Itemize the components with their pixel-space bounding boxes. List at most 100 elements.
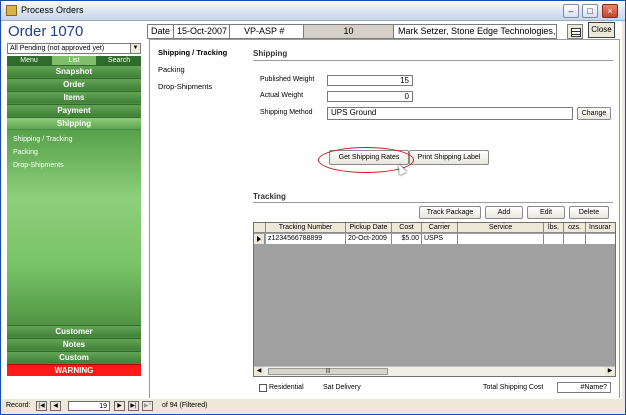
shipping-method-field[interactable]: UPS Ground [327, 107, 573, 120]
tab-list[interactable]: List [52, 56, 96, 65]
side-tabs: Menu List Search [7, 56, 141, 65]
cell-service[interactable] [458, 234, 544, 244]
nav-sub-packing[interactable]: Packing [13, 149, 38, 156]
subnav-shipping-tracking[interactable]: Shipping / Tracking [158, 48, 227, 57]
nav-custom[interactable]: Custom [7, 351, 141, 363]
shipping-main-panel: Shipping Published Weight 15 Actual Weig… [247, 39, 620, 398]
nav-sub-drop-shipments[interactable]: Drop-Shipments [13, 162, 64, 169]
close-icon: × [607, 6, 613, 16]
window-close-button[interactable]: × [602, 4, 618, 18]
nav-shipping[interactable]: Shipping [7, 117, 141, 129]
dropdown-arrow-icon[interactable]: ▼ [130, 44, 140, 53]
order-title: Order [8, 23, 47, 40]
current-record-field[interactable]: 19 [68, 401, 110, 411]
customer-name: Mark Setzer, Stone Edge Technologies, [398, 26, 556, 36]
cell-lbs[interactable] [544, 234, 564, 244]
window-title: Process Orders [21, 5, 84, 15]
source-label: VP-ASP # [230, 25, 304, 38]
residential-checkbox[interactable] [259, 384, 267, 392]
subnav-drop-shipments[interactable]: Drop-Shipments [158, 82, 212, 91]
grid-corner [254, 223, 266, 233]
filter-value: All Pending (not approved yet) [10, 45, 105, 52]
grid-header: Tracking Number Pickup Date Cost Carrier… [254, 223, 615, 233]
scroll-left-icon[interactable]: ◀ [254, 367, 264, 376]
col-insurance[interactable]: Insurar [586, 223, 615, 233]
record-navigation-bar: Record: |◀ ◀ 19 ▶ ▶| ▶* of 94 (Filtered) [2, 400, 622, 413]
last-record-button[interactable]: ▶| [128, 401, 139, 411]
tab-menu[interactable]: Menu [7, 56, 51, 65]
record-count: of 94 (Filtered) [162, 402, 208, 409]
scroll-thumb[interactable]: ||| [268, 368, 388, 375]
nav-order[interactable]: Order [7, 78, 141, 90]
nav-payment[interactable]: Payment [7, 104, 141, 116]
add-tracking-button[interactable]: Add [485, 206, 523, 219]
col-tracking-number[interactable]: Tracking Number [266, 223, 346, 233]
cell-pickup-date[interactable]: 20-Oct-2009 [346, 234, 392, 244]
order-header-bar: Date 15-Oct-2007 VP-ASP # 10 Mark Setzer… [147, 24, 557, 39]
col-service[interactable]: Service [458, 223, 544, 233]
record-selector-icon[interactable] [254, 234, 265, 244]
minimize-icon: – [568, 6, 574, 16]
tracking-divider [253, 202, 613, 203]
track-package-button[interactable]: Track Package [419, 206, 481, 219]
shipping-subnav: Shipping / Tracking Packing Drop-Shipmen… [149, 39, 247, 398]
total-shipping-cost-label: Total Shipping Cost [483, 384, 544, 391]
nav-warning[interactable]: WARNING [7, 364, 141, 376]
published-weight-field[interactable]: 15 [327, 75, 413, 86]
change-method-button[interactable]: Change [577, 107, 611, 120]
published-weight-label: Published Weight [260, 76, 315, 83]
nav-customer[interactable]: Customer [7, 325, 141, 337]
left-nav-panel: Menu List Search Snapshot Order Items Pa… [7, 56, 141, 376]
record-label: Record: [6, 402, 31, 409]
next-record-button[interactable]: ▶ [114, 401, 125, 411]
cell-tracking-number[interactable]: z1234566788899 [266, 234, 346, 244]
maximize-button[interactable]: □ [582, 4, 598, 18]
nav-snapshot[interactable]: Snapshot [7, 65, 141, 77]
sat-delivery-label: Sat Delivery [323, 384, 361, 391]
col-carrier[interactable]: Carrier [422, 223, 458, 233]
cell-ozs[interactable] [564, 234, 586, 244]
first-record-button[interactable]: |◀ [36, 401, 47, 411]
form-area: Order 1070 Date 15-Oct-2007 VP-ASP # 10 … [2, 21, 622, 399]
edit-tracking-button[interactable]: Edit [527, 206, 565, 219]
nav-sub-shipping-tracking[interactable]: Shipping / Tracking [13, 136, 73, 143]
tracking-heading: Tracking [253, 192, 286, 201]
col-pickup-date[interactable]: Pickup Date [346, 223, 392, 233]
shipping-heading: Shipping [253, 49, 288, 58]
title-bar: Process Orders – □ × [1, 1, 625, 21]
maximize-icon: □ [587, 6, 593, 16]
date-label: Date [148, 25, 174, 38]
shipping-method-label: Shipping Method [260, 109, 313, 116]
shipping-divider [253, 60, 613, 61]
delete-tracking-button[interactable]: Delete [569, 206, 609, 219]
order-filter-dropdown[interactable]: All Pending (not approved yet) ▼ [7, 43, 141, 54]
tracking-grid[interactable]: Tracking Number Pickup Date Cost Carrier… [253, 222, 616, 377]
tab-search[interactable]: Search [97, 56, 141, 65]
nav-items[interactable]: Items [7, 91, 141, 103]
app-icon [6, 5, 17, 16]
total-shipping-cost-field: #Name? [557, 382, 611, 393]
residential-label: Residential [269, 384, 304, 391]
cell-carrier[interactable]: USPS [422, 234, 458, 244]
new-record-button[interactable]: ▶* [142, 401, 153, 411]
source-order-number: 10 [304, 25, 394, 38]
subnav-packing[interactable]: Packing [158, 65, 185, 74]
grid-horizontal-scrollbar[interactable]: ◀ ||| ▶ [254, 366, 615, 376]
nav-sub-area: Shipping / Tracking Packing Drop-Shipmen… [7, 130, 141, 325]
order-number: 1070 [50, 23, 84, 40]
cell-insurance[interactable] [586, 234, 615, 244]
cell-cost[interactable]: $5.00 [392, 234, 422, 244]
col-cost[interactable]: Cost [392, 223, 422, 233]
minimize-button[interactable]: – [563, 4, 579, 18]
report-button[interactable] [567, 24, 583, 39]
nav-notes[interactable]: Notes [7, 338, 141, 350]
col-lbs[interactable]: lbs. [544, 223, 564, 233]
table-row[interactable]: z1234566788899 20-Oct-2009 $5.00 USPS [266, 234, 615, 244]
scroll-right-icon[interactable]: ▶ [605, 367, 615, 376]
actual-weight-field[interactable]: 0 [327, 91, 413, 102]
print-shipping-label-button[interactable]: Print Shipping Label [409, 150, 489, 165]
close-form-button[interactable]: Close [588, 22, 615, 38]
order-date-field[interactable]: 15-Oct-2007 [174, 25, 230, 38]
prev-record-button[interactable]: ◀ [50, 401, 61, 411]
col-ozs[interactable]: ozs. [564, 223, 586, 233]
